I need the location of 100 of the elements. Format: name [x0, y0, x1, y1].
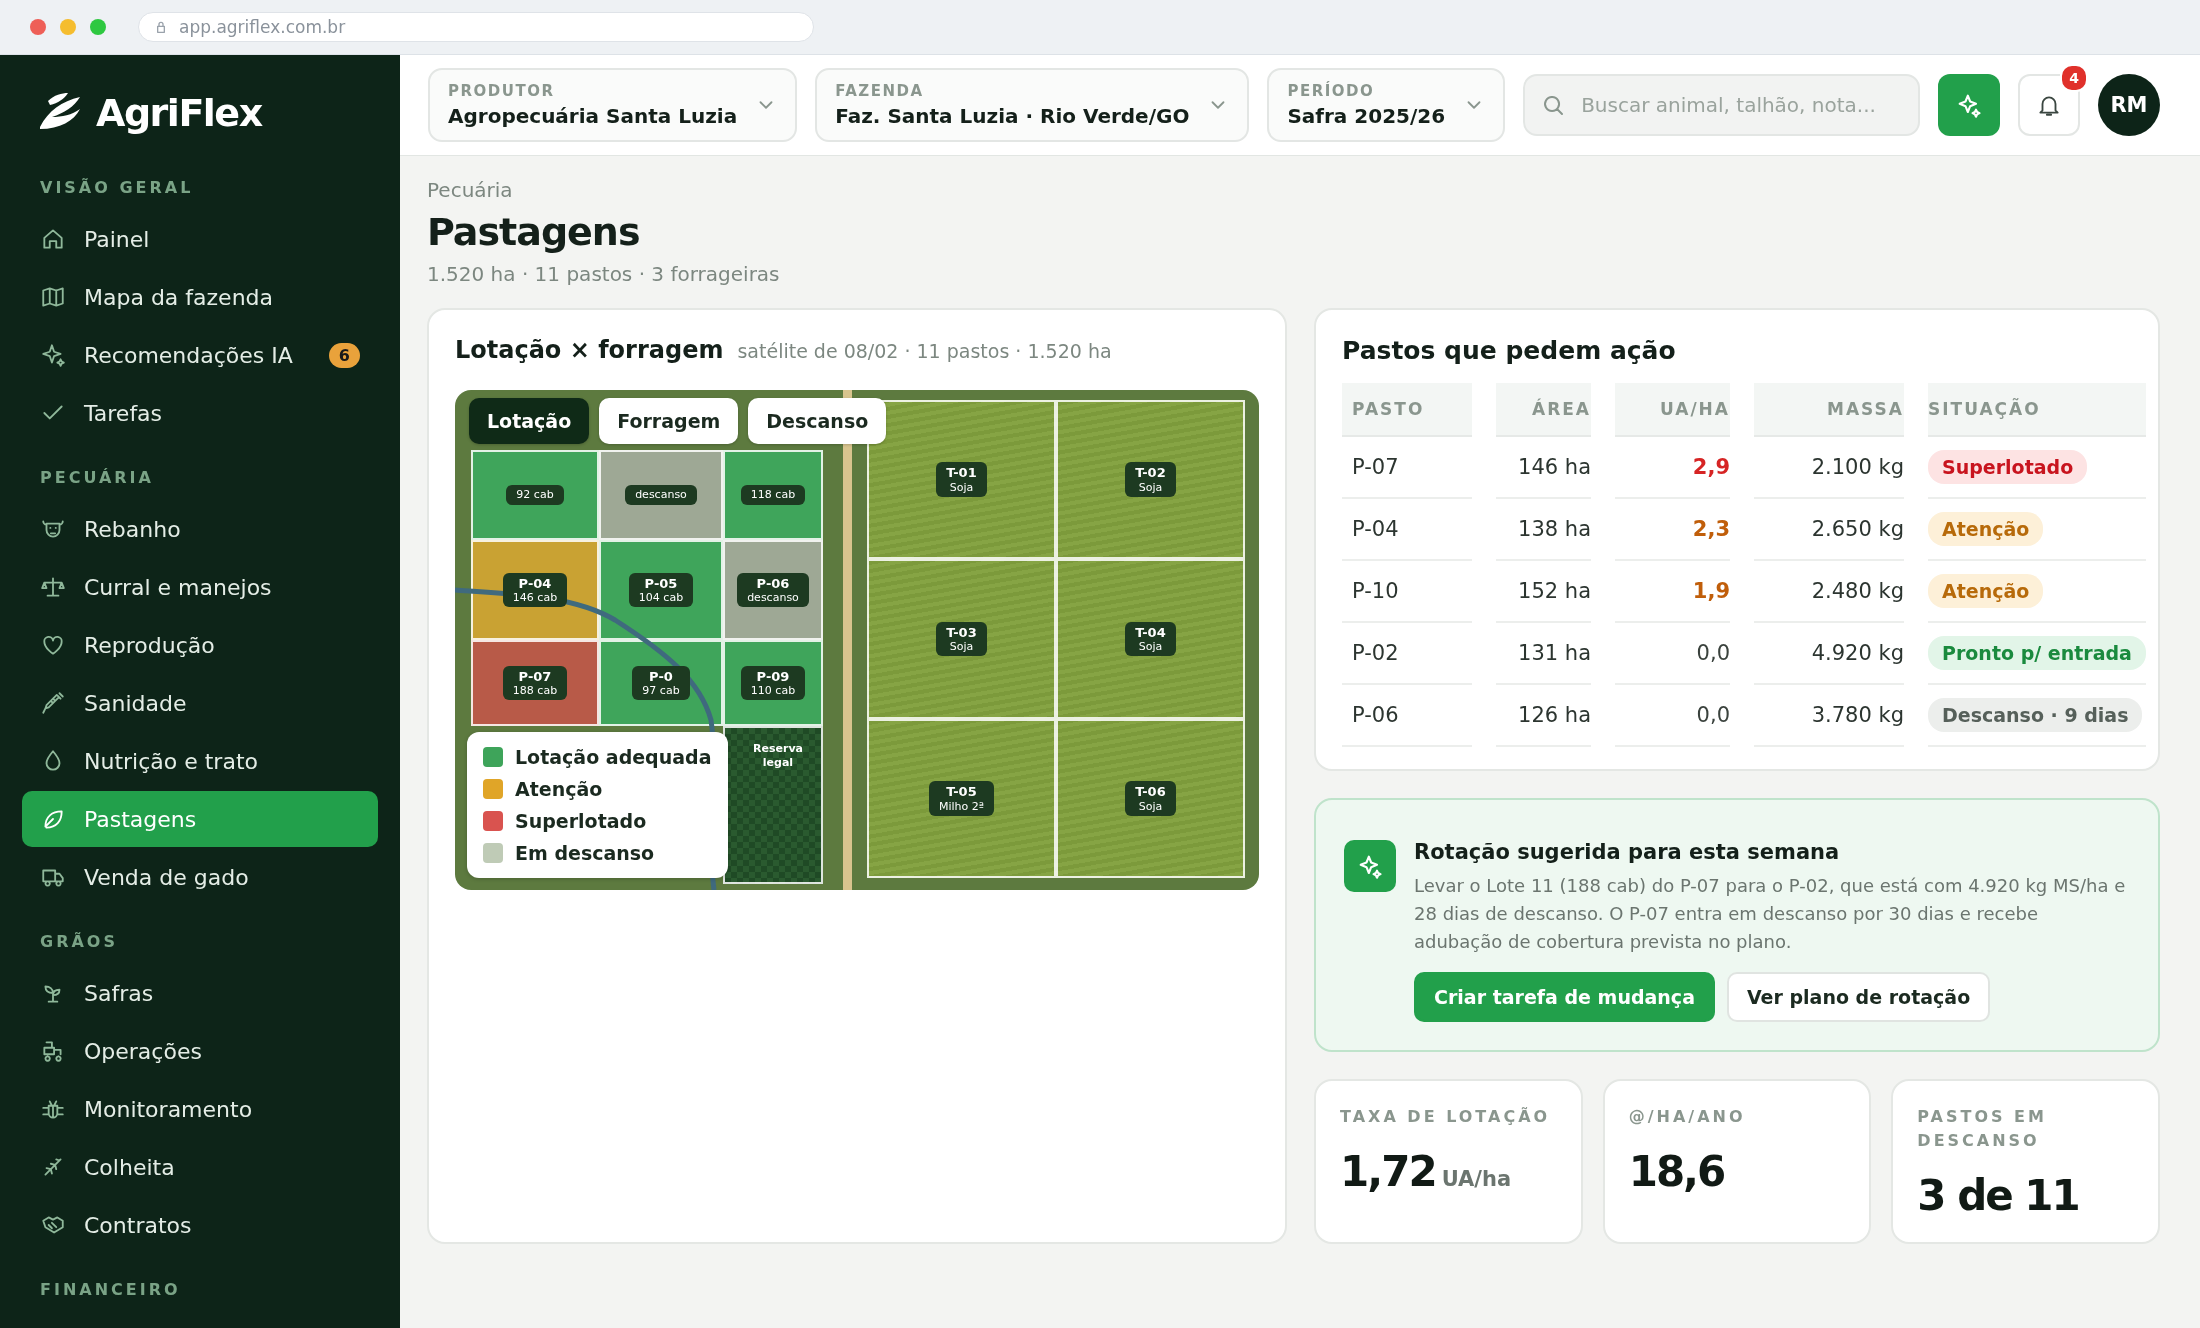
nav-item[interactable]: Rebanho: [22, 501, 378, 557]
field-detail: 110 cab: [750, 684, 796, 698]
field-detail: 92 cab: [516, 488, 554, 502]
pasture-field[interactable]: P-0 97 cab: [599, 640, 723, 726]
count-badge: 6: [328, 342, 360, 368]
nav-item[interactable]: Sanidade: [22, 675, 378, 731]
legend-label: Em descanso: [515, 842, 655, 864]
section-title: FINANCEIRO: [40, 1279, 181, 1301]
search-icon: [1541, 93, 1566, 117]
minimize-dot[interactable]: [60, 19, 76, 35]
field-name: T-04: [1135, 624, 1166, 641]
nav-item[interactable]: Venda de gado: [22, 849, 378, 905]
nav-item[interactable]: Tarefas: [22, 385, 378, 441]
url-text: app.agriflex.com.br: [179, 17, 346, 37]
map-tab[interactable]: Forragem: [599, 398, 739, 444]
syringe-icon: [40, 690, 66, 716]
page-subtitle: 1.520 ha · 11 pastos · 3 forrageiras: [427, 262, 781, 286]
field-detail: descanso: [747, 591, 799, 605]
nav-label: Colheita: [84, 1154, 175, 1180]
page-title: Pastagens: [427, 210, 641, 254]
map-tab[interactable]: Descanso: [748, 398, 887, 444]
crop-field[interactable]: T-06 Soja: [1056, 718, 1245, 878]
crop-field[interactable]: T-02 Soja: [1056, 400, 1245, 560]
field-detail: 104 cab: [638, 591, 684, 605]
pasture-field[interactable]: 118 cab: [723, 450, 823, 540]
nav-label: Safras: [84, 980, 154, 1006]
field-detail: Soja: [949, 640, 974, 654]
farm-map[interactable]: [455, 390, 1259, 890]
view-plan-button[interactable]: Ver plano de rotação: [1726, 972, 1991, 1022]
column-header: ÁREA: [1531, 399, 1591, 419]
table-cell: 2.100 kg: [1811, 455, 1904, 479]
notifications-button[interactable]: [2018, 74, 2080, 136]
pasture-field[interactable]: descanso: [599, 450, 723, 540]
close-dot[interactable]: [30, 19, 46, 35]
user-avatar[interactable]: RM: [2098, 74, 2160, 136]
map-tab[interactable]: Lotação: [469, 398, 590, 444]
kpi-value: 3 de 11: [1917, 1171, 2079, 1220]
status-badge: Pronto p/ entrada: [1928, 636, 2146, 670]
nav-item[interactable]: Recomendações IA 6: [22, 327, 378, 383]
nav-item[interactable]: Operações: [22, 1023, 378, 1079]
table-cell: 0,0: [1696, 641, 1730, 665]
status-badge: Descanso · 9 dias: [1928, 698, 2143, 732]
maximize-dot[interactable]: [90, 19, 106, 35]
nav-label: Recomendações IA: [84, 342, 293, 368]
field-name: T-02: [1135, 465, 1166, 481]
breadcrumb: Pecuária: [427, 178, 514, 202]
nav-item[interactable]: Nutrição e trato: [22, 733, 378, 789]
table-cell: P-10: [1352, 579, 1399, 603]
field-detail: Soja: [1138, 480, 1163, 495]
notification-badge: 4: [2060, 64, 2088, 92]
status-badge: Superlotado: [1928, 450, 2088, 484]
nav-label: Operações: [84, 1038, 202, 1064]
legend-label: Lotação adequada: [515, 746, 712, 768]
field-name: P-07: [518, 668, 552, 685]
crop-field[interactable]: T-04 Soja: [1056, 559, 1245, 719]
field-name: T-06: [1135, 783, 1166, 800]
nav-item[interactable]: Painel: [22, 211, 378, 267]
nav-item[interactable]: Reprodução: [22, 617, 378, 673]
context-selector[interactable]: PRODUTOR Agropecuária Santa Luzia: [428, 68, 798, 142]
reserve-area[interactable]: Reserva legal: [723, 726, 823, 884]
ai-button[interactable]: [1938, 74, 2000, 136]
table-cell: 138 ha: [1518, 517, 1591, 541]
crop-field[interactable]: T-01 Soja: [867, 400, 1056, 560]
field-name: P-09: [756, 668, 790, 685]
nav-item[interactable]: Monitoramento: [22, 1081, 378, 1137]
context-selector[interactable]: FAZENDA Faz. Santa Luzia · Rio Verde/GO: [815, 68, 1250, 142]
nav-label: Mapa da fazenda: [84, 284, 274, 310]
table-cell: 2.480 kg: [1811, 579, 1904, 603]
nav-label: Contratos: [84, 1212, 192, 1238]
pasture-field[interactable]: P-05 104 cab: [599, 540, 723, 640]
nav-item[interactable]: Contratos: [22, 1197, 378, 1253]
field-detail: 97 cab: [642, 684, 680, 698]
section-title: GRÃOS: [40, 931, 118, 953]
field-detail: descanso: [635, 488, 687, 502]
selector-value: Agropecuária Santa Luzia: [448, 104, 738, 128]
field-detail: 118 cab: [750, 488, 796, 502]
pasture-field[interactable]: P-04 146 cab: [471, 540, 599, 640]
nav-label: Nutrição e trato: [84, 748, 258, 774]
crop-field[interactable]: T-05 Milho 2ª: [867, 718, 1056, 878]
context-selector[interactable]: PERÍODO Safra 2025/26: [1267, 68, 1506, 142]
pasture-field[interactable]: P-06 descanso: [723, 540, 823, 640]
nav-item[interactable]: Curral e manejos: [22, 559, 378, 615]
nav-label: Sanidade: [84, 690, 187, 716]
nav-item[interactable]: Colheita: [22, 1139, 378, 1195]
nav-item[interactable]: Mapa da fazenda: [22, 269, 378, 325]
nav-label: Reprodução: [84, 632, 215, 658]
table-cell: 3.780 kg: [1811, 703, 1904, 727]
nav-item[interactable]: Safras: [22, 965, 378, 1021]
nav-label: Venda de gado: [84, 864, 249, 890]
selector-label: PERÍODO: [1287, 82, 1376, 100]
card-meta: satélite de 08/02 · 11 pastos · 1.520 ha: [737, 340, 1112, 362]
table-cell: 1,9: [1692, 579, 1730, 603]
pasture-field[interactable]: P-07 188 cab: [471, 640, 599, 726]
pasture-field[interactable]: P-09 110 cab: [723, 640, 823, 726]
search-field[interactable]: Buscar animal, talhão, nota...: [1523, 74, 1920, 136]
card-title: Lotação × forragem: [455, 336, 724, 364]
table-cell: P-04: [1352, 517, 1399, 541]
selector-value: Safra 2025/26: [1287, 104, 1446, 128]
pasture-field[interactable]: 92 cab: [471, 450, 599, 540]
crop-field[interactable]: T-03 Soja: [867, 559, 1056, 719]
